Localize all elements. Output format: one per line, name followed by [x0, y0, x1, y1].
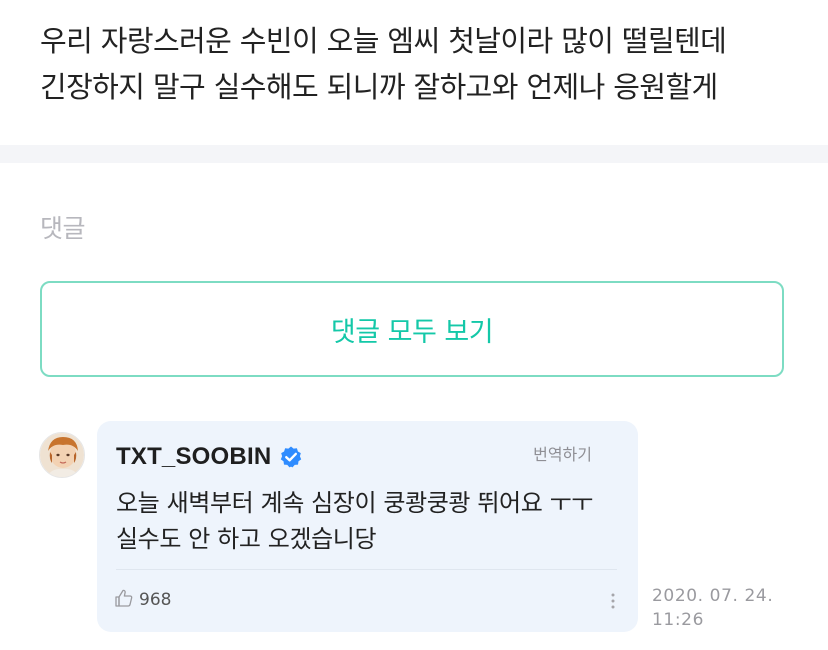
comment-body: 오늘 새벽부터 계속 심장이 쿵쾅쿵쾅 뛰어요 ㅜㅜ 실수도 안 하고 오겠습니…	[116, 485, 616, 557]
comment-line-2: 실수도 안 하고 오겠습니당	[116, 525, 377, 553]
comment-card: TXT_SOOBIN 번역하기 오늘 새벽부터 계속 심장이 쿵쾅쿵쾅 뛰어요 …	[97, 421, 638, 632]
translate-button[interactable]: 번역하기	[533, 441, 592, 465]
comment-author-name[interactable]: TXT_SOOBIN	[116, 443, 271, 471]
thumbs-up-icon	[113, 587, 135, 613]
section-divider	[0, 145, 828, 163]
post-line-2: 긴장하지 말구 실수해도 되니까 잘하고와 언제나 응원할게	[40, 70, 718, 104]
comment-card-divider	[116, 569, 617, 570]
avatar[interactable]	[39, 432, 85, 478]
comment-line-1: 오늘 새벽부터 계속 심장이 쿵쾅쿵쾅 뛰어요 ㅜㅜ	[116, 489, 593, 517]
post-line-1: 우리 자랑스러운 수빈이 오늘 엠씨 첫날이라 많이 떨릴텐데	[40, 24, 727, 58]
post-body: 우리 자랑스러운 수빈이 오늘 엠씨 첫날이라 많이 떨릴텐데 긴장하지 말구 …	[40, 18, 810, 110]
comments-section-label: 댓글	[40, 214, 86, 243]
more-options-button[interactable]	[607, 589, 619, 613]
verified-badge-icon	[279, 445, 303, 469]
view-all-comments-button[interactable]: 댓글 모두 보기	[40, 281, 784, 377]
avatar-photo-icon	[40, 433, 84, 477]
comment-timestamp: 2020. 07. 24. 11:26	[652, 584, 773, 632]
like-count: 968	[139, 590, 172, 610]
comment-date: 2020. 07. 24.	[652, 586, 774, 606]
comment-author-row: TXT_SOOBIN	[116, 443, 303, 471]
comment-time: 11:26	[652, 610, 704, 630]
like-button[interactable]: 968	[113, 587, 171, 613]
fan-post-page: 우리 자랑스러운 수빈이 오늘 엠씨 첫날이라 많이 떨릴텐데 긴장하지 말구 …	[0, 0, 828, 650]
more-vertical-icon	[611, 593, 615, 609]
